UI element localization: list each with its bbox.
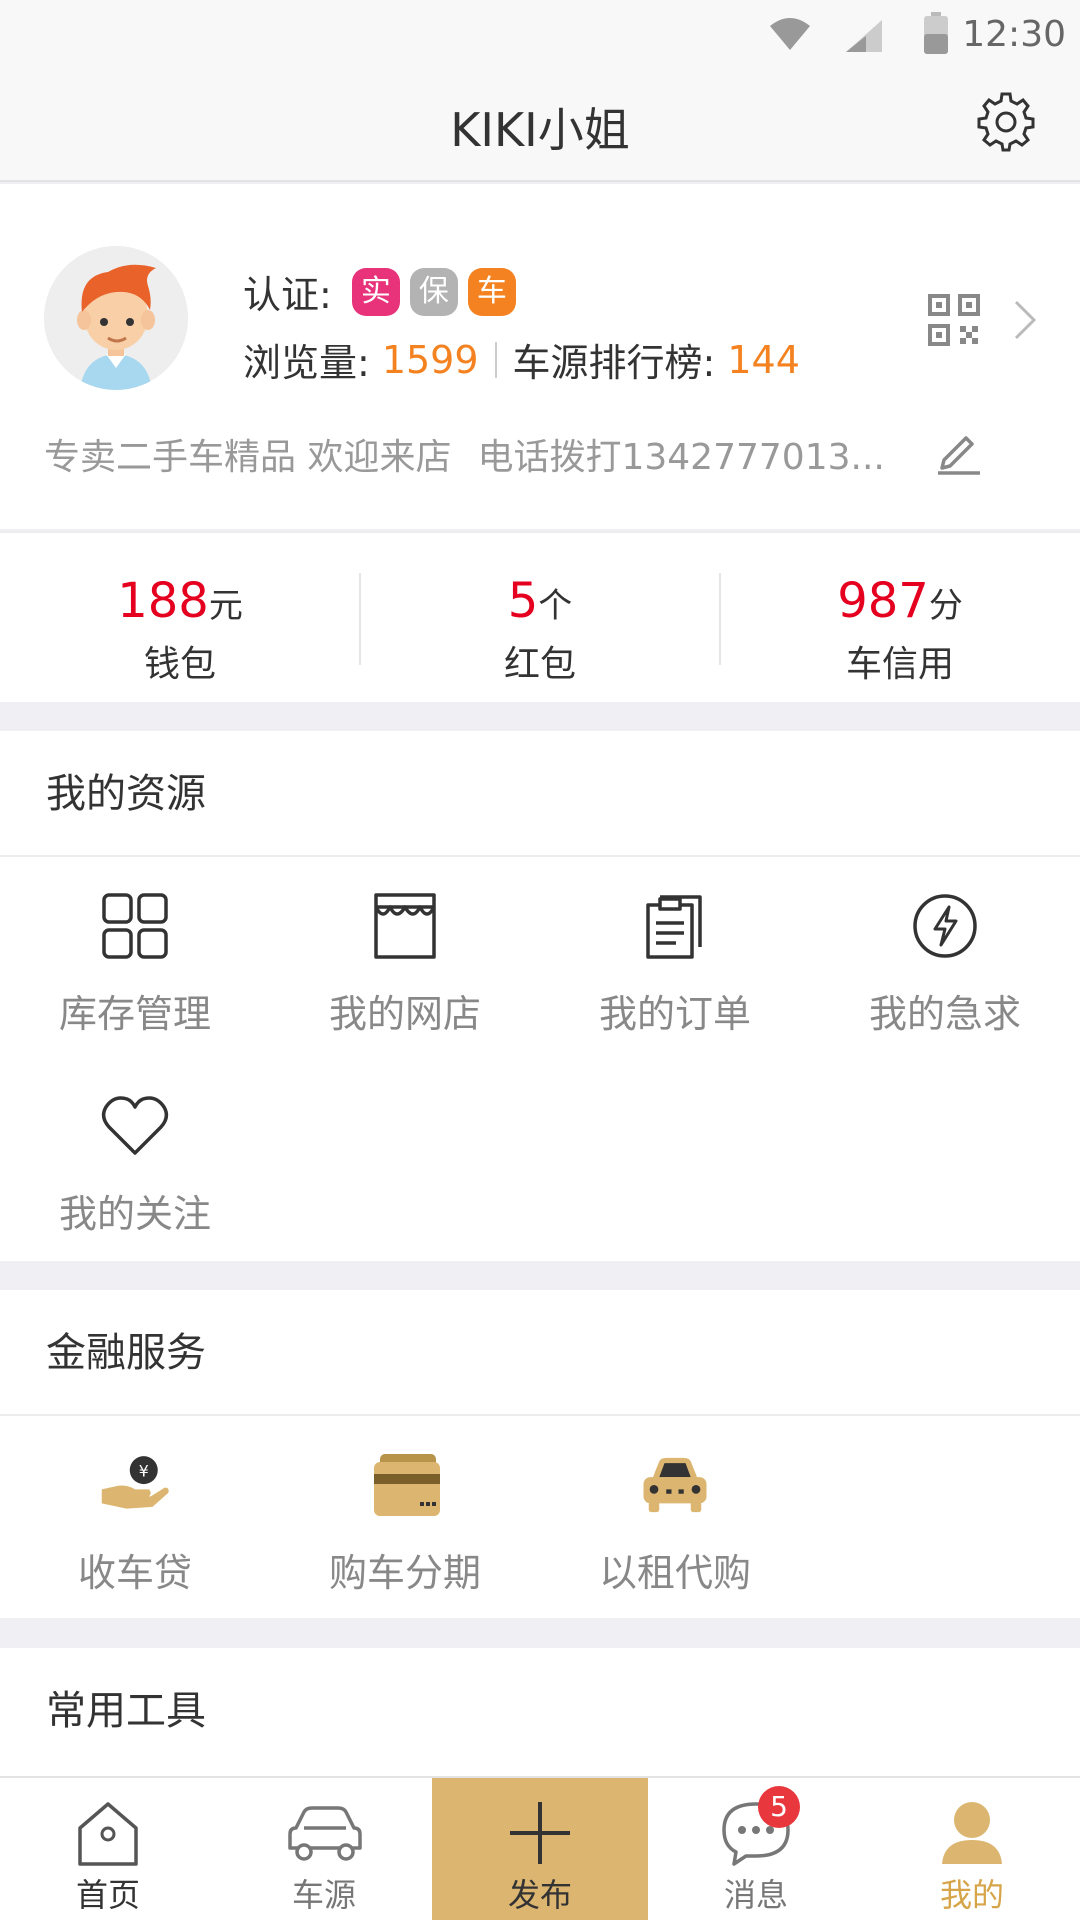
tab-publish-label: 发布 — [507, 1876, 572, 1914]
red-packet-value: 5 — [507, 573, 539, 629]
status-bar: 12:30 — [0, 0, 1080, 72]
profile-stats-row: 浏览量: 1599 车源排行榜: 144 — [243, 332, 800, 387]
tab-home[interactable]: 首页 — [0, 1778, 216, 1920]
home-icon — [78, 1802, 138, 1866]
wallet-value: 188 — [117, 573, 209, 629]
red-packet-label: 红包 — [503, 644, 576, 685]
cert-badge-guarantee: 保 — [409, 267, 458, 316]
card-icon — [374, 1454, 440, 1516]
section-title: 我的资源 — [0, 731, 1080, 857]
inventory-label: 库存管理 — [58, 992, 211, 1036]
wallet-label: 钱包 — [143, 644, 216, 685]
user-icon — [942, 1802, 1002, 1864]
tab-mine-label: 我的 — [939, 1876, 1004, 1914]
car-icon — [288, 1806, 362, 1861]
tab-messages[interactable]: 消息 5 — [648, 1778, 864, 1920]
plus-icon — [510, 1802, 570, 1864]
avatar-boy-icon — [44, 246, 188, 390]
my-urgent-button[interactable]: 我的急求 — [810, 891, 1080, 1038]
gear-icon[interactable] — [976, 92, 1036, 152]
red-packet-unit: 个 — [538, 586, 573, 626]
cert-badge-real: 实 — [351, 267, 400, 316]
resources-section: 我的资源 库存管理 我的网店 我的订单 我的急求 我的关注 — [0, 731, 1080, 1261]
lease-to-own-button[interactable]: 以租代购 — [540, 1450, 810, 1597]
loan-hand-icon: ¥ — [101, 1456, 169, 1509]
battery-icon — [924, 12, 948, 54]
order-icon — [646, 895, 702, 959]
wallet-summary: 188元 钱包 5个 红包 987分 车信用 — [0, 531, 1080, 702]
tab-messages-label: 消息 — [723, 1876, 788, 1914]
tools-section: 常用工具 — [0, 1648, 1080, 1778]
svg-text:¥: ¥ — [139, 1461, 149, 1480]
car-loan-label: 收车贷 — [77, 1551, 192, 1595]
avatar[interactable] — [44, 246, 188, 390]
store-icon — [374, 893, 436, 959]
my-urgent-label: 我的急求 — [868, 992, 1021, 1036]
tab-publish[interactable]: 发布 — [432, 1778, 648, 1920]
bottom-tab-bar: 首页 车源 发布 消息 5 我的 — [0, 1776, 1080, 1920]
credit-unit: 分 — [928, 586, 963, 626]
chevron-right-icon[interactable] — [1012, 298, 1038, 342]
wallet-unit: 元 — [208, 586, 243, 626]
tab-cars[interactable]: 车源 — [216, 1778, 432, 1920]
wifi-icon — [770, 18, 810, 50]
inventory-button[interactable]: 库存管理 — [0, 891, 270, 1038]
car-loan-button[interactable]: ¥ 收车贷 — [0, 1450, 270, 1597]
edit-pencil-icon[interactable] — [934, 426, 984, 476]
my-orders-button[interactable]: 我的订单 — [540, 891, 810, 1038]
installment-label: 购车分期 — [328, 1551, 481, 1595]
my-store-button[interactable]: 我的网店 — [270, 891, 540, 1038]
credit-cell[interactable]: 987分 车信用 — [720, 573, 1080, 685]
section-title: 金融服务 — [0, 1290, 1080, 1416]
my-store-label: 我的网店 — [328, 992, 481, 1036]
page-title: KIKI小姐 — [450, 103, 630, 157]
qr-code-icon[interactable] — [928, 294, 980, 346]
grid-icon — [102, 893, 168, 959]
cert-label: 认证: — [243, 273, 332, 317]
tab-home-label: 首页 — [75, 1876, 140, 1914]
credit-label: 车信用 — [845, 644, 954, 685]
red-packet-cell[interactable]: 5个 红包 — [360, 573, 720, 685]
profile-card[interactable]: 认证: 实 保 车 浏览量: 1599 车源排行榜: 144 专卖二手车精品 欢… — [0, 184, 1080, 529]
views-label: 浏览量: — [243, 341, 370, 385]
my-orders-label: 我的订单 — [598, 992, 751, 1036]
shop-intro: 专卖二手车精品 欢迎来店 电话拨打1342777013... — [44, 428, 885, 480]
unread-badge: 5 — [758, 1786, 800, 1828]
cert-badge-car: 车 — [467, 267, 516, 316]
rank-value: 144 — [727, 337, 800, 382]
nav-bar: KIKI小姐 — [0, 72, 1080, 182]
status-time: 12:30 — [962, 14, 1066, 55]
rank-label: 车源排行榜: — [512, 341, 716, 385]
intro-phone: 电话拨打1342777013... — [477, 437, 885, 478]
stats-divider — [494, 341, 497, 378]
signal-icon — [846, 20, 882, 52]
section-title: 常用工具 — [46, 1688, 206, 1734]
tab-mine[interactable]: 我的 — [864, 1778, 1080, 1920]
lease-to-own-label: 以租代购 — [598, 1551, 751, 1595]
credit-value: 987 — [837, 573, 929, 629]
my-follows-button[interactable]: 我的关注 — [0, 1091, 270, 1238]
views-value: 1599 — [381, 337, 479, 382]
intro-text: 专卖二手车精品 欢迎来店 — [44, 437, 452, 478]
car-front-icon — [643, 1457, 707, 1513]
installment-button[interactable]: 购车分期 — [270, 1450, 540, 1597]
heart-icon — [101, 1096, 169, 1155]
my-follows-label: 我的关注 — [58, 1192, 211, 1236]
tab-cars-label: 车源 — [291, 1876, 356, 1914]
wallet-cell[interactable]: 188元 钱包 — [0, 573, 360, 685]
lightning-icon — [913, 894, 977, 958]
certification-row: 认证: 实 保 车 — [243, 264, 516, 319]
finance-section: 金融服务 ¥ 收车贷 购车分期 以租代购 — [0, 1290, 1080, 1618]
